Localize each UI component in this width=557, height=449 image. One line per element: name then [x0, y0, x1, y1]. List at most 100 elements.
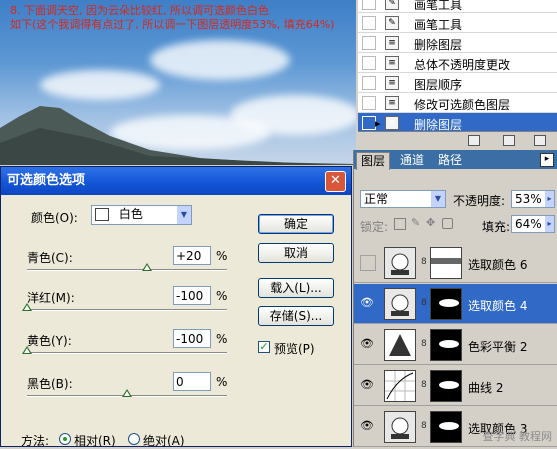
method-relative-radio[interactable]: [59, 433, 71, 445]
layer-mask-thumbnail[interactable]: [430, 288, 462, 320]
percent-sign: %: [216, 375, 228, 389]
history-item[interactable]: ✎ 画笔工具: [358, 13, 557, 33]
blend-mode-dropdown[interactable]: 正常 ▼: [360, 190, 446, 208]
slider-value-input[interactable]: 0: [173, 372, 211, 391]
tab-paths[interactable]: 路径: [434, 152, 466, 169]
chevron-right-icon[interactable]: ▸: [545, 216, 554, 232]
history-item[interactable]: ≡ 图层顺序: [358, 73, 557, 93]
dialog-title: 可选颜色选项: [7, 173, 86, 188]
opacity-input[interactable]: 53% ▸: [511, 190, 555, 208]
layer-row[interactable]: 👁 8 曲线 2: [354, 366, 557, 406]
eye-icon[interactable]: 👁: [360, 297, 374, 308]
history-source-box[interactable]: [362, 36, 376, 50]
brush-icon: ✎: [385, 0, 399, 10]
method-absolute-label: 绝对(A): [143, 434, 185, 448]
history-item-label: 画笔工具: [414, 18, 463, 32]
history-state-icon: ≡: [385, 36, 399, 50]
history-source-box[interactable]: [362, 56, 376, 70]
fill-value: 64%: [515, 217, 542, 231]
slider-value-input[interactable]: +20: [173, 246, 211, 265]
layer-mask-thumbnail[interactable]: [430, 329, 462, 361]
dialog-titlebar[interactable]: 可选颜色选项 ✕: [1, 167, 351, 195]
method-absolute-radio[interactable]: [128, 433, 140, 445]
layer-mask-thumbnail[interactable]: [430, 247, 462, 279]
slider-track[interactable]: [27, 309, 227, 311]
visibility-toggle[interactable]: [360, 255, 376, 271]
percent-sign: %: [216, 289, 228, 303]
history-state-icon: ≡: [385, 56, 399, 70]
curves-icon[interactable]: [384, 370, 416, 402]
lock-all-icon[interactable]: [442, 218, 453, 229]
layer-row[interactable]: 👁 8 色彩平衡 2: [354, 325, 557, 365]
slider-track[interactable]: [27, 352, 227, 354]
cancel-button[interactable]: 取消: [258, 243, 334, 263]
layer-name: 曲线 2: [468, 381, 504, 395]
history-source-box[interactable]: [362, 76, 376, 90]
color-label: 颜色(O):: [31, 211, 78, 225]
preview-checkbox[interactable]: ✓: [258, 341, 270, 353]
history-item[interactable]: ≡ 删除图层: [358, 33, 557, 53]
close-icon[interactable]: ✕: [325, 171, 346, 192]
eye-icon[interactable]: 👁: [360, 338, 374, 349]
opacity-label: 不透明度:: [453, 194, 506, 208]
layer-mask-thumbnail[interactable]: [430, 411, 462, 443]
history-source-box[interactable]: [362, 0, 376, 10]
fill-label: 填充:: [482, 220, 511, 234]
lock-transparent-icon[interactable]: [394, 218, 406, 230]
load-button[interactable]: 载入(L)...: [258, 278, 334, 298]
history-source-box[interactable]: [362, 96, 376, 110]
history-item[interactable]: ✎ 画笔工具: [358, 0, 557, 13]
cloud-shape: [150, 40, 290, 80]
chain-link-icon[interactable]: 8: [421, 298, 427, 308]
history-source-box[interactable]: [362, 16, 376, 30]
slider-value-input[interactable]: -100: [173, 329, 211, 348]
history-item[interactable]: ▸ ≡ 删除图层: [358, 113, 557, 133]
layer-mask-thumbnail[interactable]: [430, 370, 462, 402]
color-balance-icon[interactable]: [384, 329, 416, 361]
history-state-icon: ≡: [385, 96, 399, 110]
fill-input[interactable]: 64% ▸: [511, 215, 555, 233]
trash-icon[interactable]: [534, 135, 546, 146]
new-document-icon[interactable]: [503, 135, 515, 146]
selective-color-icon[interactable]: [384, 288, 416, 320]
slider-thumb[interactable]: [122, 389, 132, 397]
history-source-box[interactable]: ▸: [362, 116, 381, 130]
chain-link-icon[interactable]: 8: [421, 257, 427, 267]
slider-thumb[interactable]: [22, 303, 32, 311]
chevron-down-icon[interactable]: ▼: [177, 206, 191, 224]
lock-move-icon[interactable]: ✥: [426, 216, 435, 229]
brush-icon: ✎: [385, 16, 399, 30]
color-swatch: [95, 208, 109, 221]
chain-link-icon[interactable]: 8: [421, 339, 427, 349]
tab-layers[interactable]: 图层: [356, 152, 391, 170]
color-dropdown[interactable]: 白色 ▼: [91, 205, 192, 225]
chevron-down-icon[interactable]: ▼: [431, 191, 445, 207]
layer-row[interactable]: 👁 8 选取颜色 4: [354, 284, 557, 324]
slider-value-input[interactable]: -100: [173, 286, 211, 305]
selective-color-icon[interactable]: [384, 411, 416, 443]
history-item[interactable]: ≡ 修改可选颜色图层: [358, 93, 557, 113]
eye-icon[interactable]: 👁: [360, 420, 374, 431]
save-button[interactable]: 存储(S)...: [258, 306, 334, 326]
layer-row[interactable]: 8 选取颜色 6: [354, 243, 557, 283]
chain-link-icon[interactable]: 8: [421, 421, 427, 431]
snapshot-icon[interactable]: [468, 135, 480, 146]
chain-link-icon[interactable]: 8: [421, 380, 427, 390]
slider-track[interactable]: [27, 269, 227, 271]
slider-thumb[interactable]: [22, 346, 32, 354]
selective-color-icon[interactable]: [384, 247, 416, 279]
ok-button[interactable]: 确定: [258, 214, 334, 234]
history-item[interactable]: ≡ 总体不透明度更改: [358, 53, 557, 73]
panel-menu-icon[interactable]: ▸: [540, 153, 554, 167]
tutorial-caption-line1: 8. 下面调天空, 因为云朵比较红, 所以调可选颜色白色: [10, 4, 269, 17]
layer-name: 选取颜色 6: [468, 258, 528, 272]
method-label: 方法:: [21, 434, 50, 448]
lock-brush-icon[interactable]: ✎: [411, 216, 420, 229]
slider-label: 青色(C):: [27, 251, 73, 265]
history-item-label: 总体不透明度更改: [414, 58, 511, 72]
chevron-right-icon[interactable]: ▸: [545, 191, 554, 207]
tab-channels[interactable]: 通道: [396, 152, 428, 169]
eye-icon[interactable]: 👁: [360, 379, 374, 390]
slider-thumb[interactable]: [142, 263, 152, 271]
history-item-label: 画笔工具: [414, 0, 463, 12]
